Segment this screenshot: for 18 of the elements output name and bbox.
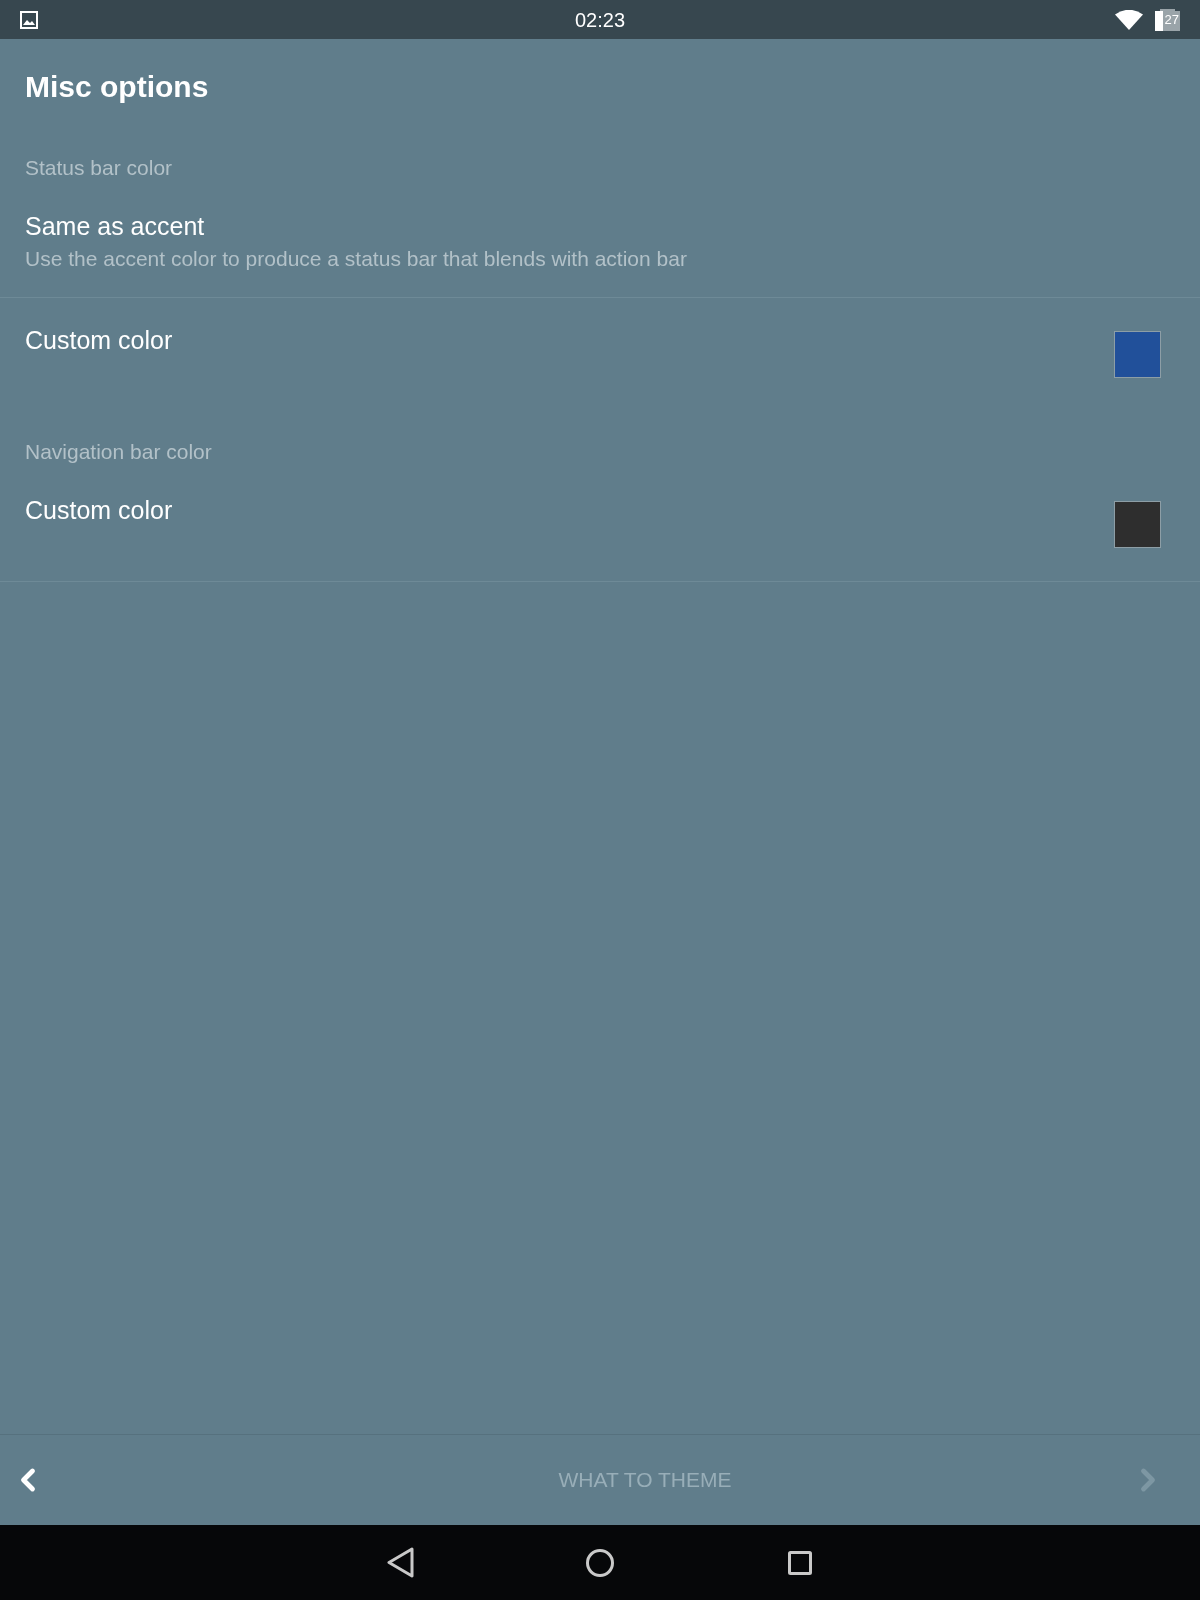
color-swatch[interactable] <box>1114 331 1161 378</box>
home-circle-icon <box>586 1548 614 1577</box>
preference-title[interactable]: Custom color <box>25 325 173 355</box>
back-triangle-icon <box>386 1547 414 1578</box>
wifi-icon <box>1115 9 1143 30</box>
preference-title[interactable]: Custom color <box>25 495 173 525</box>
battery-icon <box>1155 8 1180 31</box>
clock-time: 02:23 <box>574 7 626 32</box>
step-label: WHAT TO THEME <box>558 1468 732 1492</box>
preference-summary: Use the accent color to produce a status bar that blends with action bar <box>25 246 687 272</box>
preference-title[interactable]: Same as accent <box>25 211 205 241</box>
section-header: Status bar color <box>25 156 173 180</box>
section-header: Navigation bar color <box>25 440 212 464</box>
image-icon <box>20 10 38 29</box>
page-title: Misc options <box>25 70 209 104</box>
color-swatch[interactable] <box>1114 501 1161 548</box>
battery-percent: 27 <box>1164 11 1179 28</box>
recents-square-icon <box>788 1550 812 1575</box>
